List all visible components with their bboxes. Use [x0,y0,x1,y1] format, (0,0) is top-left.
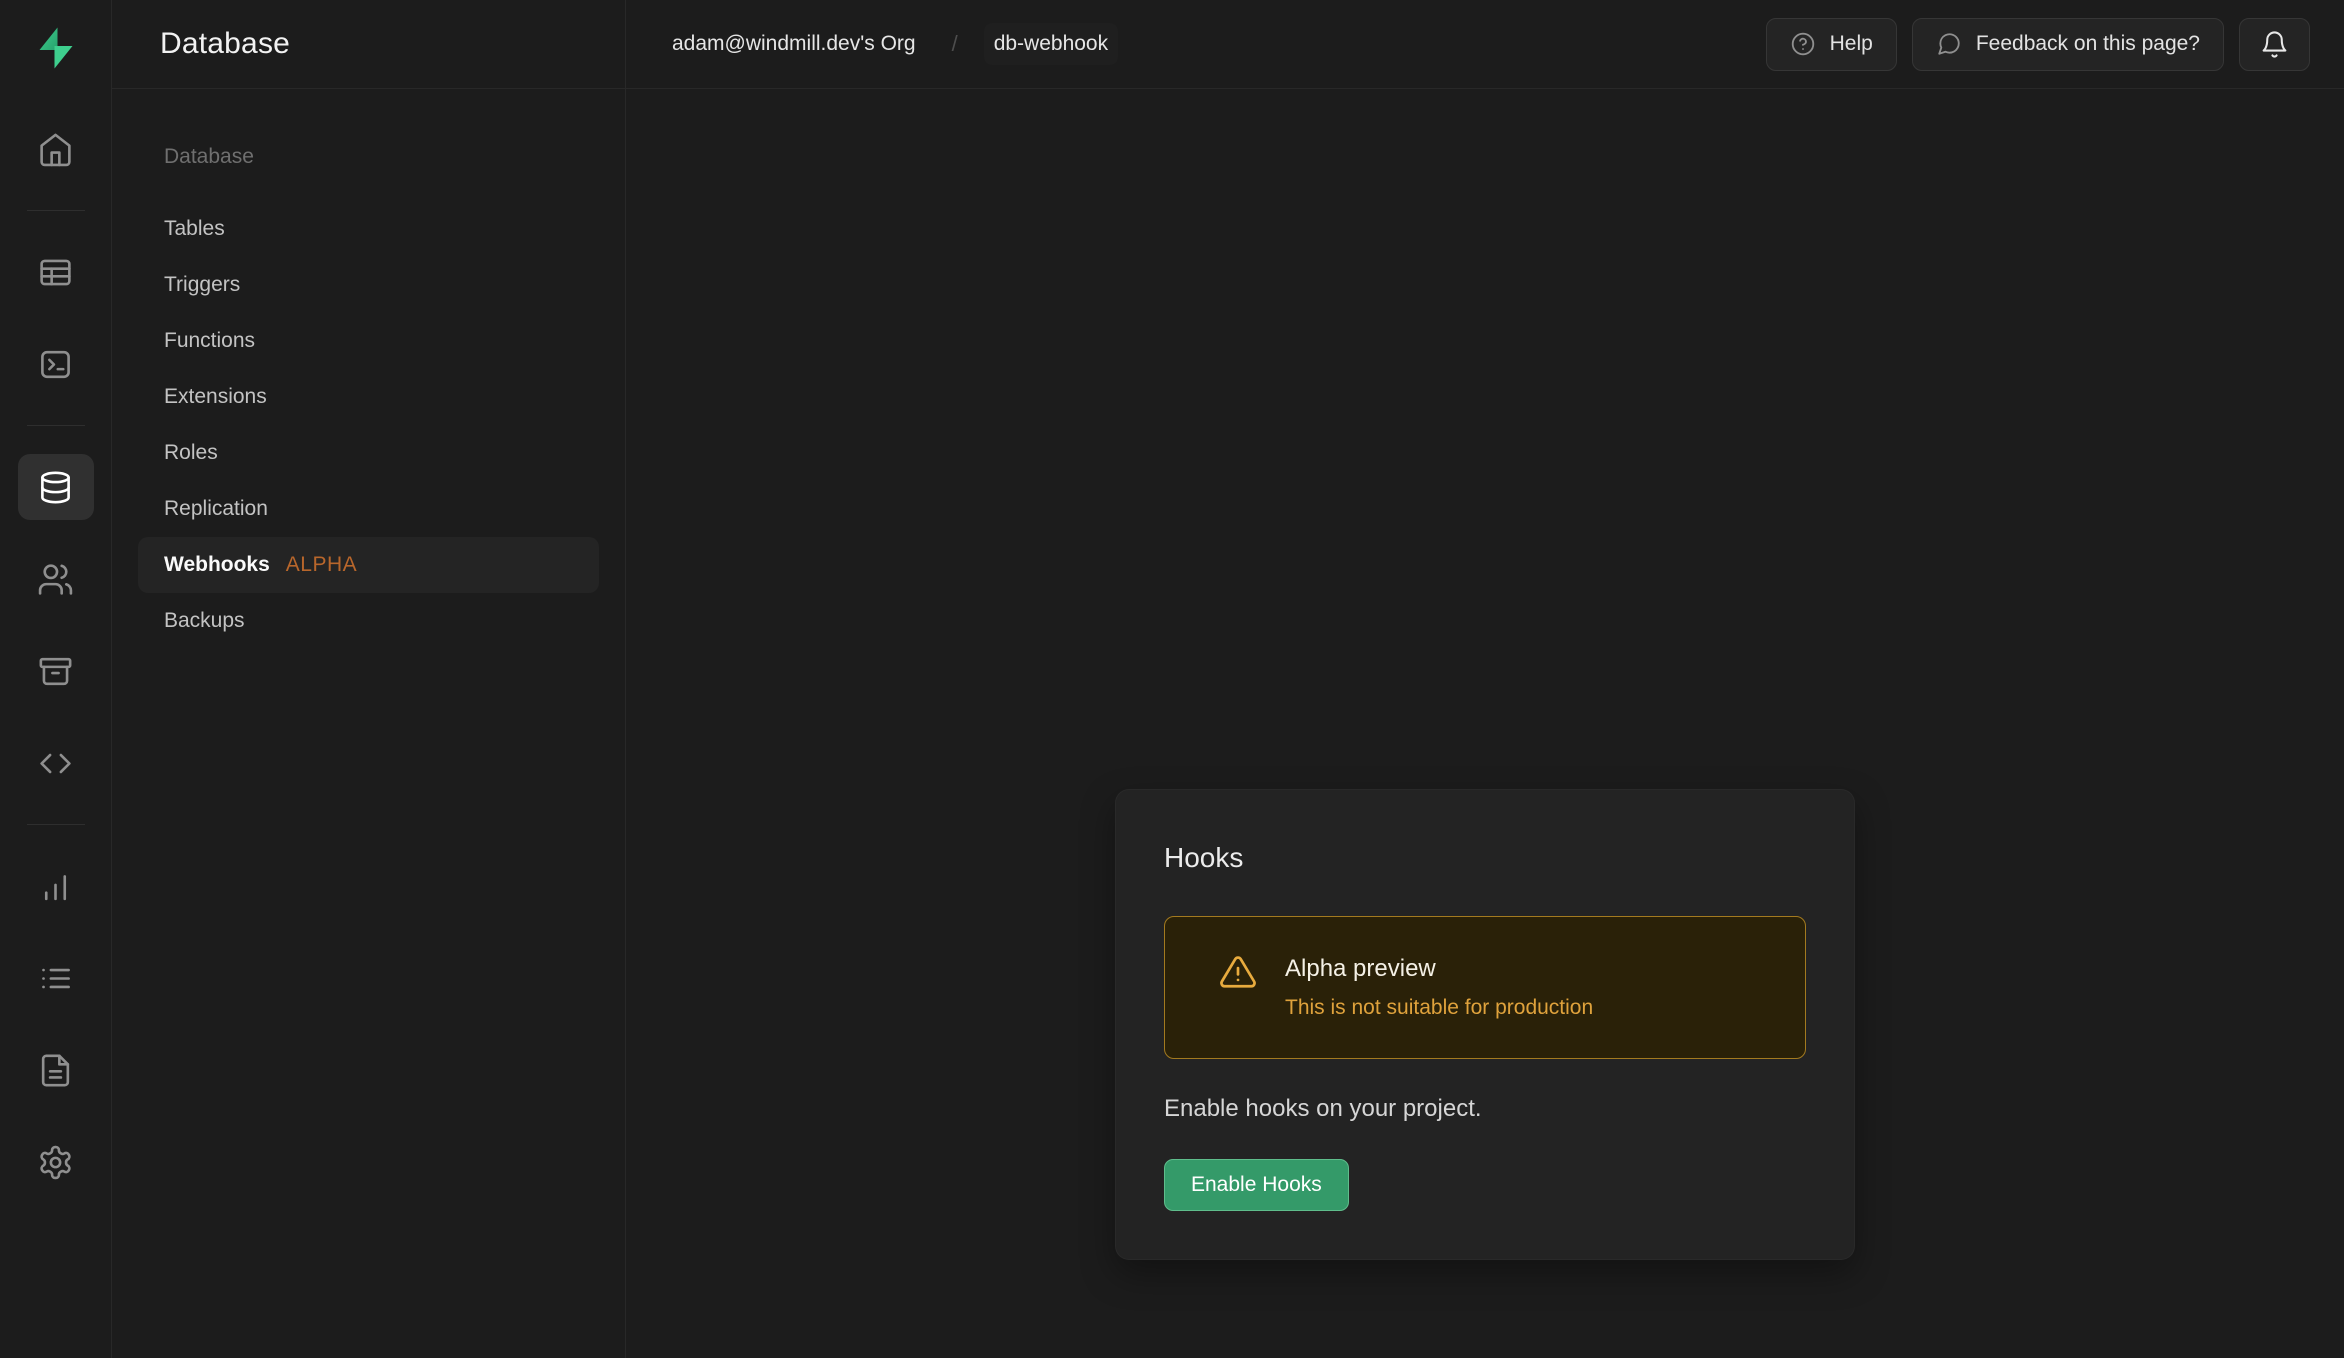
hooks-card: Hooks Alpha preview This is not suitable… [1115,789,1855,1260]
storage-icon [37,653,74,690]
warning-triangle-icon [1219,953,1257,991]
menu-item-functions[interactable]: Functions [138,313,599,369]
main-column: adam@windmill.dev's Org / db-webhook Hel… [626,0,2344,1358]
help-button-label: Help [1830,32,1873,56]
alpha-badge: ALPHA [286,549,357,581]
help-circle-icon [1790,31,1816,57]
alert-description: This is not suitable for production [1285,996,1593,1020]
supabase-logo[interactable] [30,20,82,76]
settings-gear-icon [37,1144,74,1181]
database-menu: Database Tables Triggers Functions Exten… [112,89,625,649]
feedback-button-label: Feedback on this page? [1976,32,2200,56]
top-actions: Help Feedback on this page? [1766,18,2310,71]
breadcrumb-separator: / [952,31,958,57]
nav-table-editor[interactable] [18,239,94,305]
home-icon [37,131,74,168]
feedback-button[interactable]: Feedback on this page? [1912,18,2224,71]
breadcrumb-org[interactable]: adam@windmill.dev's Org [662,23,926,65]
nav-edge-functions[interactable] [18,730,94,796]
menu-item-webhooks[interactable]: Webhooks ALPHA [138,537,599,593]
alert-title: Alpha preview [1285,955,1593,983]
menu-item-backups[interactable]: Backups [138,593,599,649]
database-sidebar: Database Database Tables Triggers Functi… [112,0,626,1358]
table-editor-icon [37,254,74,291]
notifications-button[interactable] [2239,18,2310,71]
top-bar: adam@windmill.dev's Org / db-webhook Hel… [626,0,2344,89]
nav-logs[interactable] [18,945,94,1011]
page-title: Database [160,27,290,61]
hooks-card-title: Hooks [1164,842,1806,874]
menu-item-extensions[interactable]: Extensions [138,369,599,425]
nav-reports[interactable] [18,853,94,919]
nav-home[interactable] [18,116,94,182]
database-icon [37,469,74,506]
sidebar-header: Database [112,0,625,89]
nav-database[interactable] [18,454,94,520]
auth-users-icon [37,561,74,598]
speech-bubble-icon [1936,31,1962,57]
app-root: Database Database Tables Triggers Functi… [0,0,2344,1358]
reports-icon [37,868,74,905]
breadcrumb-project[interactable]: db-webhook [984,23,1118,65]
rail-divider [27,824,85,825]
enable-hooks-button[interactable]: Enable Hooks [1164,1159,1349,1211]
menu-item-label: Webhooks [164,549,270,581]
help-button[interactable]: Help [1766,18,1897,71]
menu-item-triggers[interactable]: Triggers [138,257,599,313]
content-area: Hooks Alpha preview This is not suitable… [626,89,2344,1358]
logs-icon [37,960,74,997]
bell-icon [2260,30,2289,59]
alert-text-block: Alpha preview This is not suitable for p… [1285,955,1593,1020]
nav-rail [0,0,112,1358]
menu-item-roles[interactable]: Roles [138,425,599,481]
menu-item-tables[interactable]: Tables [138,201,599,257]
rail-divider [27,425,85,426]
rail-divider [27,210,85,211]
sql-editor-icon [37,346,74,383]
edge-functions-icon [37,745,74,782]
nav-sql-editor[interactable] [18,331,94,397]
hooks-card-body: Enable hooks on your project. [1164,1095,1806,1123]
breadcrumb: adam@windmill.dev's Org / db-webhook [662,23,1118,65]
menu-section-label: Database [138,145,599,169]
nav-settings[interactable] [18,1129,94,1195]
nav-auth[interactable] [18,546,94,612]
alpha-preview-alert: Alpha preview This is not suitable for p… [1164,916,1806,1059]
api-docs-icon [37,1052,74,1089]
nav-storage[interactable] [18,638,94,704]
supabase-bolt-icon [32,24,80,72]
menu-item-replication[interactable]: Replication [138,481,599,537]
nav-api-docs[interactable] [18,1037,94,1103]
